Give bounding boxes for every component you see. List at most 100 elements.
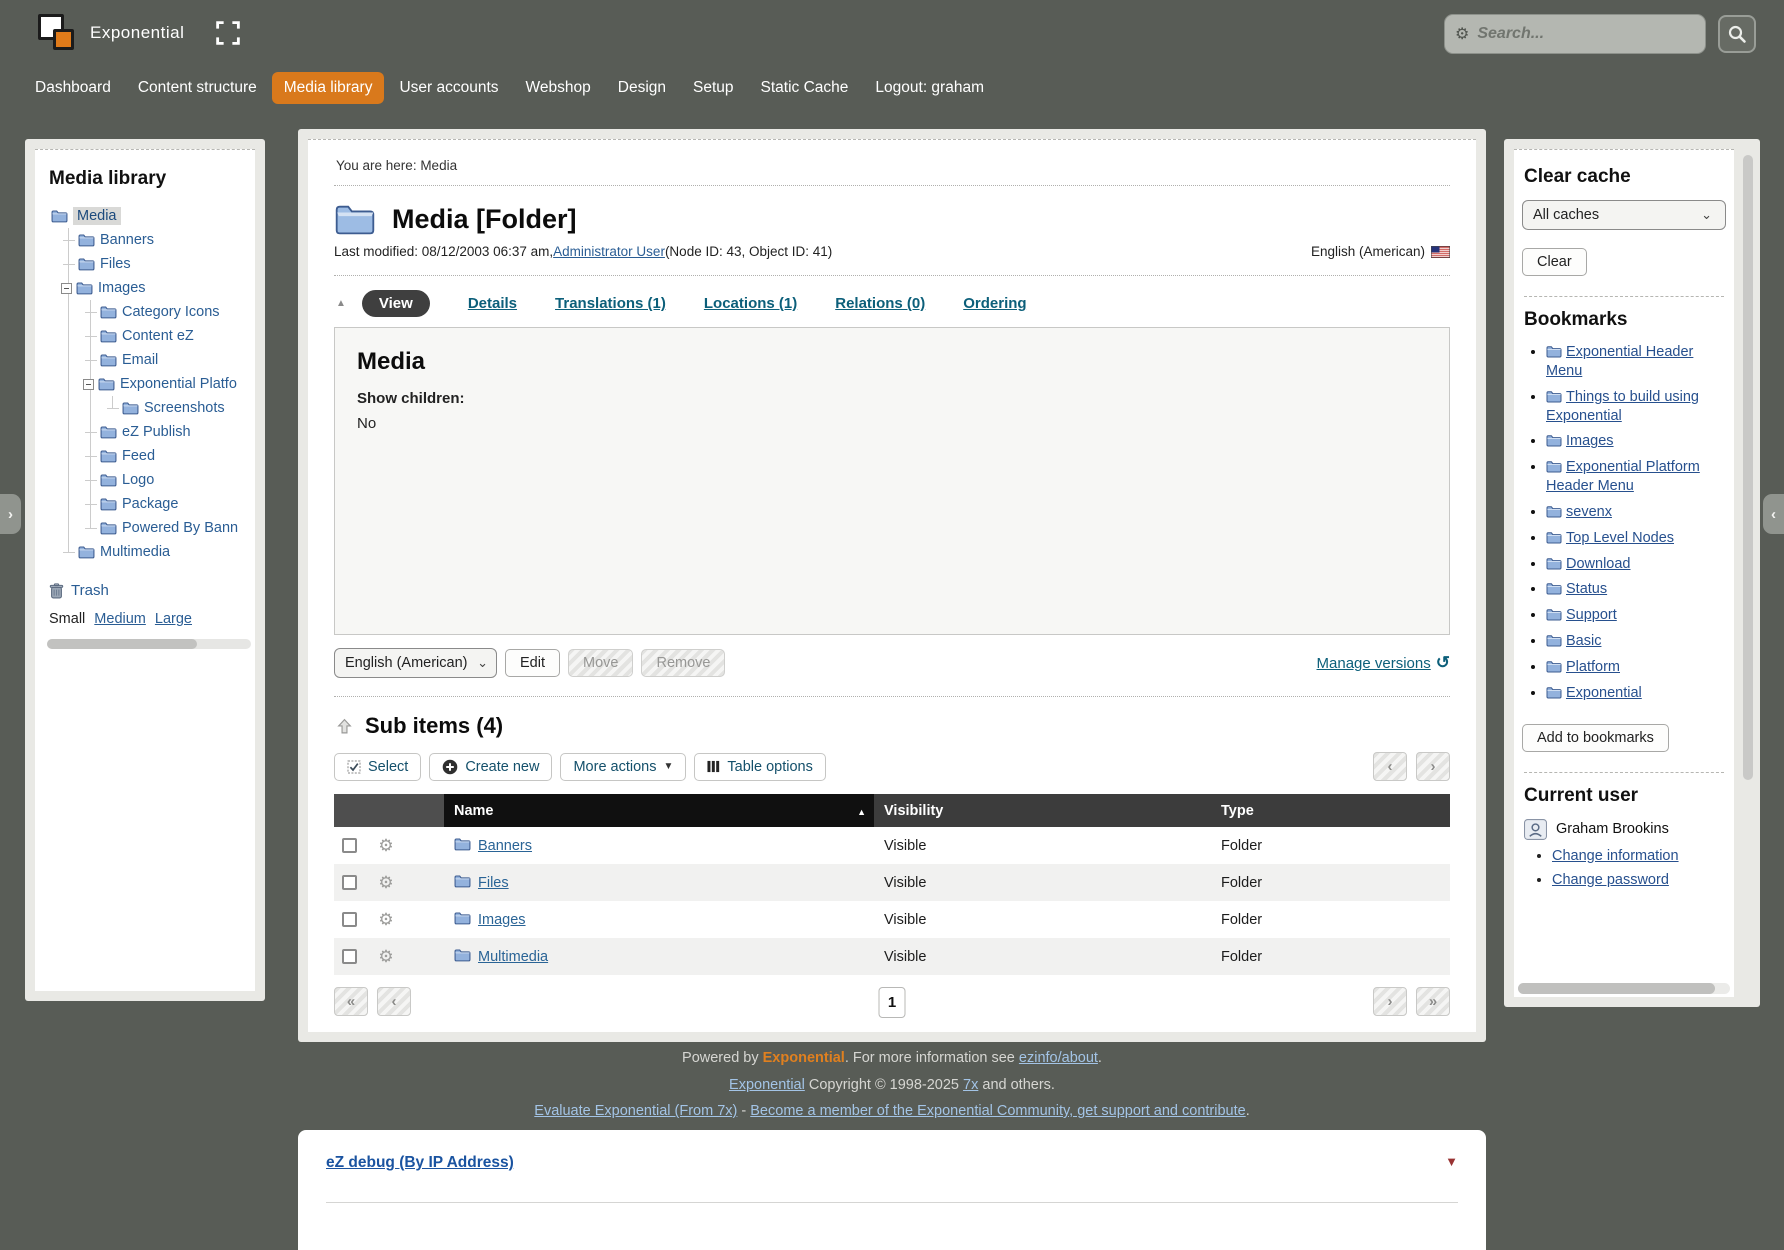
bookmark-link[interactable]: Status [1566,581,1607,597]
nav-item-static-cache[interactable]: Static Cache [749,72,861,104]
tab-relations[interactable]: Relations (0) [835,295,925,312]
tree-item-media[interactable]: Media [73,207,121,225]
cache-select[interactable]: All caches [1522,200,1726,230]
tree-item-email[interactable]: Email [122,352,158,368]
bookmark-link[interactable]: sevenx [1566,504,1612,520]
bookmark-link[interactable]: Basic [1566,633,1601,649]
nav-item-design[interactable]: Design [606,72,678,104]
ezinfo-about-link[interactable]: ezinfo/about [1019,1050,1098,1066]
tree-item-ez-publish[interactable]: eZ Publish [122,424,191,440]
tree-item-category-icons[interactable]: Category Icons [122,304,220,320]
community-link[interactable]: Become a member of the Exponential Commu… [750,1103,1245,1119]
edit-button[interactable]: Edit [505,649,560,677]
column-header-name[interactable]: Name▲ [444,794,874,827]
row-checkbox[interactable] [342,949,357,964]
table-options-button[interactable]: Table options [694,753,825,781]
fullscreen-icon[interactable] [216,21,240,45]
nav-item-logout[interactable]: Logout: graham [863,72,996,104]
row-gear-icon[interactable]: ⚙ [378,873,393,892]
row-gear-icon[interactable]: ⚙ [378,836,393,855]
search-box[interactable]: ⚙ [1444,14,1706,54]
tree-item-banners[interactable]: Banners [100,232,154,248]
bookmark-link[interactable]: Support [1566,607,1617,623]
tree-item-exponential-platform[interactable]: Exponential Platfo [120,376,237,392]
tree-item-package[interactable]: Package [122,496,178,512]
column-header-visibility[interactable]: Visibility [874,794,1211,827]
horizontal-scrollbar[interactable] [47,639,251,649]
footer-7x-link[interactable]: 7x [963,1077,978,1093]
item-name-link[interactable]: Multimedia [478,949,548,965]
search-button[interactable] [1718,15,1756,53]
create-new-button[interactable]: Create new [429,753,552,781]
bookmark-link[interactable]: Platform [1566,659,1620,675]
collapse-right-panel-handle[interactable]: ‹ [1763,494,1784,534]
size-option-large[interactable]: Large [155,611,192,627]
collapse-marker-icon[interactable]: ▲ [336,298,346,309]
row-checkbox[interactable] [342,838,357,853]
bookmark-link[interactable]: Exponential Platform Header Menu [1546,459,1700,494]
tree-item-powered-by-banner[interactable]: Powered By Bann [122,520,238,536]
tab-details[interactable]: Details [468,295,517,312]
nav-item-setup[interactable]: Setup [681,72,746,104]
select-button[interactable]: Select [334,753,421,781]
footer-brand-link[interactable]: Exponential [763,1050,845,1066]
tree-item-content-ez[interactable]: Content eZ [122,328,194,344]
change-password-link[interactable]: Change password [1552,872,1669,888]
bookmark-link[interactable]: Things to build using Exponential [1546,389,1699,424]
footer-exponential-link[interactable]: Exponential [729,1077,805,1093]
evaluate-link[interactable]: Evaluate Exponential (From 7x) [534,1103,737,1119]
current-page[interactable]: 1 [879,987,906,1018]
nav-item-dashboard[interactable]: Dashboard [23,72,123,104]
scrollbar-thumb[interactable] [47,639,197,649]
tree-item-screenshots[interactable]: Screenshots [144,400,225,416]
trash-link[interactable]: Trash [71,582,109,599]
row-checkbox[interactable] [342,912,357,927]
nav-item-content-structure[interactable]: Content structure [126,72,269,104]
bookmark-link[interactable]: Exponential Header Menu [1546,344,1693,379]
vertical-scrollbar[interactable] [1743,155,1753,780]
tree-collapse-toggle[interactable] [83,379,94,390]
bookmark-link[interactable]: Images [1566,433,1614,449]
item-name-link[interactable]: Banners [478,838,532,854]
sort-asc-icon[interactable]: ▲ [857,807,866,817]
size-option-medium[interactable]: Medium [94,611,146,627]
item-name-link[interactable]: Files [478,875,509,891]
manage-versions-link[interactable]: Manage versions [1317,655,1431,672]
change-information-link[interactable]: Change information [1552,848,1679,864]
bookmark-link[interactable]: Exponential [1566,685,1642,701]
clear-button[interactable]: Clear [1522,248,1587,276]
tree-item-multimedia[interactable]: Multimedia [100,544,170,560]
nav-item-media-library[interactable]: Media library [272,72,385,104]
tree-item-images[interactable]: Images [98,280,146,296]
bookmark-link[interactable]: Top Level Nodes [1566,530,1674,546]
language-select[interactable]: English (American) [334,648,497,678]
tree-item-files[interactable]: Files [100,256,131,272]
ez-debug-title[interactable]: eZ debug (By IP Address) [326,1154,514,1171]
more-actions-button[interactable]: More actions ▼ [560,753,686,781]
item-name-link[interactable]: Images [478,912,526,928]
nav-item-user-accounts[interactable]: User accounts [387,72,510,104]
type-cell: Folder [1211,901,1450,938]
expand-left-panel-handle[interactable]: › [0,494,21,534]
row-checkbox[interactable] [342,875,357,890]
tree-item-feed[interactable]: Feed [122,448,155,464]
row-gear-icon[interactable]: ⚙ [378,910,393,929]
nav-item-webshop[interactable]: Webshop [514,72,603,104]
tree-item-logo[interactable]: Logo [122,472,154,488]
search-input[interactable] [1477,25,1696,43]
administrator-user-link[interactable]: Administrator User [553,244,665,259]
row-gear-icon[interactable]: ⚙ [378,947,393,966]
tab-locations[interactable]: Locations (1) [704,295,797,312]
bookmark-link[interactable]: Download [1566,556,1631,572]
add-to-bookmarks-button[interactable]: Add to bookmarks [1522,724,1669,752]
debug-toggle-icon[interactable]: ▼ [1445,1154,1458,1169]
scrollbar-thumb[interactable] [1518,983,1715,994]
tree-collapse-toggle[interactable] [61,283,72,294]
tab-ordering[interactable]: Ordering [963,295,1026,312]
up-level-icon[interactable] [336,718,353,735]
column-header-type[interactable]: Type [1211,794,1450,827]
horizontal-scrollbar[interactable] [1518,983,1730,994]
app-logo[interactable] [38,14,76,52]
tab-translations[interactable]: Translations (1) [555,295,666,312]
tab-view[interactable]: View [362,290,430,317]
